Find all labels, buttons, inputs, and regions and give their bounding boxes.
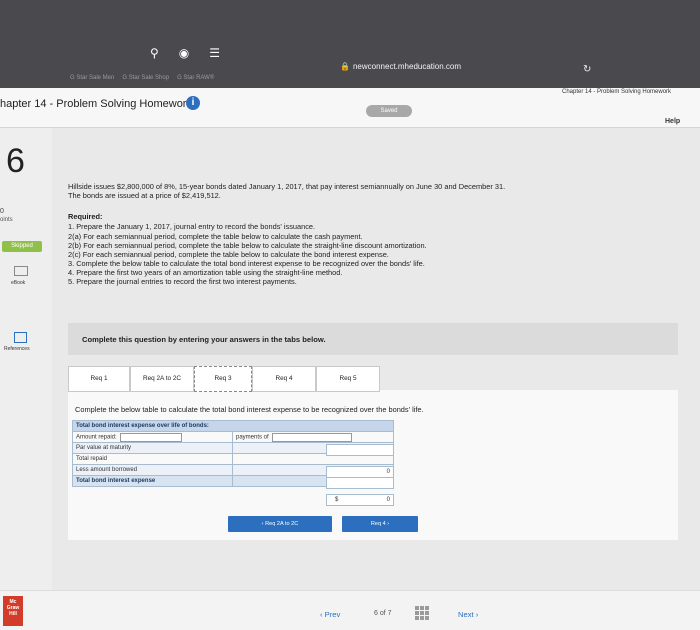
problem-intro: Hillside issues $2,800,000 of 8%, 15-yea… xyxy=(68,182,506,191)
table-header-row: Total bond interest expense over life of… xyxy=(72,420,394,432)
help-link[interactable]: Help xyxy=(665,118,680,125)
required-heading: Required: xyxy=(68,212,103,221)
bookmark-item[interactable]: G Star Sale Shop xyxy=(122,75,169,81)
prev-question-link[interactable]: ‹ Prev xyxy=(320,610,340,619)
url-text: newconnect.mheducation.com xyxy=(352,62,462,71)
browser-toolbar: ⚲ ◉ ☰ 🔒 newconnect.mheducation.com ↻ G St… xyxy=(0,0,700,88)
less-borrowed-field[interactable] xyxy=(326,477,394,489)
table-row: Amount repaid: payments of xyxy=(72,431,394,443)
par-value-field[interactable] xyxy=(326,444,394,456)
tab-req-5[interactable]: Req 5 xyxy=(316,366,380,392)
par-value-label: Par value at maturity xyxy=(72,442,233,454)
chevron-right-icon: › xyxy=(473,610,479,619)
footer-bar xyxy=(0,590,700,630)
requirement-item: 2(b) For each semiannual period, complet… xyxy=(68,241,427,250)
lock-icon: 🔒 xyxy=(340,62,350,71)
page-current: 6 xyxy=(374,610,378,617)
search-icon[interactable]: ⚲ xyxy=(150,46,159,60)
references-icon[interactable] xyxy=(14,332,27,343)
next-label: Next xyxy=(458,610,474,619)
total-repaid-label: Total repaid xyxy=(72,453,233,465)
skipped-badge: Skipped xyxy=(2,241,42,252)
page-total: 7 xyxy=(387,610,392,617)
chevron-right-icon: › xyxy=(385,521,390,527)
requirement-item: 4. Prepare the first two years of an amo… xyxy=(68,268,343,277)
browser-tab-title[interactable]: Chapter 14 - Problem Solving Homework xyxy=(562,89,671,95)
mcgraw-hill-logo: Mc Graw Hill xyxy=(3,596,23,626)
requirement-item: 3. Complete the below table to calculate… xyxy=(68,259,425,268)
references-label[interactable]: References xyxy=(4,346,30,352)
points-label: oints xyxy=(0,217,13,223)
page-of: of xyxy=(379,610,386,617)
tab-req-3[interactable]: Req 3 xyxy=(194,366,252,392)
page-indicator: 6 of 7 xyxy=(374,610,392,617)
ebook-label[interactable]: eBook xyxy=(11,280,25,286)
requirement-item: 5. Prepare the journal entries to record… xyxy=(68,277,297,286)
saved-status-badge: Saved xyxy=(366,105,412,117)
tab-req-1[interactable]: Req 1 xyxy=(68,366,130,392)
assignment-title: hapter 14 - Problem Solving Homework xyxy=(0,98,192,110)
prev-label: Prev xyxy=(324,610,341,619)
next-question-link[interactable]: Next › xyxy=(458,610,478,619)
eye-icon[interactable]: ◉ xyxy=(179,46,189,60)
tab-prompt: Complete the below table to calculate th… xyxy=(75,405,424,414)
instruction-text: Complete this question by entering your … xyxy=(82,335,326,344)
currency-symbol: $ xyxy=(335,497,339,503)
num-payments-input[interactable] xyxy=(120,432,183,442)
problem-intro-price: The bonds are issued at a price of $2,41… xyxy=(68,191,221,200)
amount-repaid-cell: Amount repaid: xyxy=(72,431,233,443)
left-rail xyxy=(0,128,52,630)
bookmark-item[interactable]: G Star RAW® xyxy=(177,75,214,81)
requirement-item: 2(c) For each semiannual period, complet… xyxy=(68,250,389,259)
points-value: 0 xyxy=(0,208,4,215)
bookmarks-bar: G Star Sale Men G Star Sale Shop G Star … xyxy=(70,75,214,81)
tab-req-4[interactable]: Req 4 xyxy=(252,366,316,392)
grid-icon[interactable] xyxy=(415,606,429,620)
bookmark-item[interactable]: G Star Sale Men xyxy=(70,75,114,81)
instruction-bar: Complete this question by entering your … xyxy=(68,323,678,355)
requirement-item: 1. Prepare the January 1, 2017, journal … xyxy=(68,222,316,231)
address-bar[interactable]: 🔒 newconnect.mheducation.com xyxy=(340,62,461,71)
amount-repaid-label: Amount repaid: xyxy=(76,434,117,440)
less-borrowed-label: Less amount borrowed xyxy=(72,464,233,476)
payment-amount-input[interactable] xyxy=(272,432,353,442)
total-expense-number: 0 xyxy=(386,497,390,503)
prev-tab-button[interactable]: ‹ Req 2A to 2C xyxy=(228,516,332,532)
total-expense-value: $ 0 xyxy=(326,494,394,506)
table-header: Total bond interest expense over life of… xyxy=(72,420,394,432)
next-tab-label: Req 4 xyxy=(370,521,386,527)
info-icon[interactable]: i xyxy=(186,96,200,110)
total-expense-label: Total bond interest expense xyxy=(72,475,233,487)
question-number: 6 xyxy=(6,142,25,180)
payments-of-cell: payments of xyxy=(232,431,394,443)
tab-req-2a-2c[interactable]: Req 2A to 2C xyxy=(130,366,194,392)
menu-icon[interactable]: ☰ xyxy=(209,46,220,60)
requirement-item: 2(a) For each semiannual period, complet… xyxy=(68,232,363,241)
prev-tab-label: Req 2A to 2C xyxy=(265,521,299,527)
reload-icon[interactable]: ↻ xyxy=(583,64,591,75)
ebook-icon[interactable] xyxy=(14,266,28,276)
next-tab-button[interactable]: Req 4 › xyxy=(342,516,418,532)
requirement-tabs: Req 1 Req 2A to 2C Req 3 Req 4 Req 5 xyxy=(68,362,678,392)
payments-of-label: payments of xyxy=(236,434,269,440)
browser-icons: ⚲ ◉ ☰ xyxy=(150,46,220,60)
